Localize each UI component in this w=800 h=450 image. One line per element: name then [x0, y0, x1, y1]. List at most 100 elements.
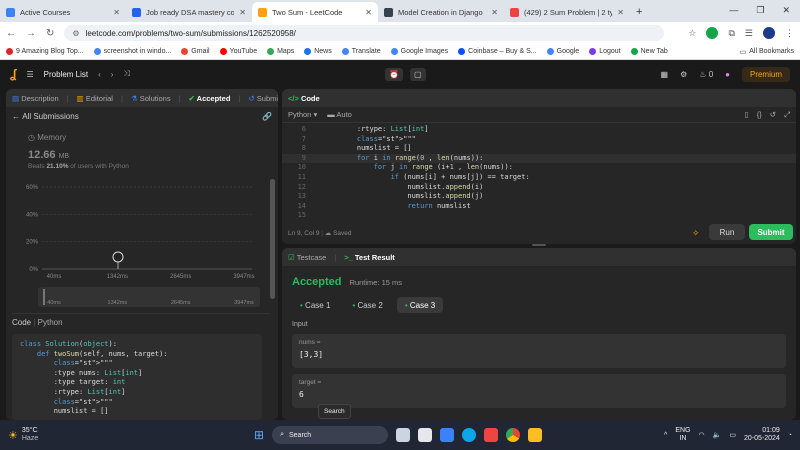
- tab-testcase[interactable]: ☑ Testcase: [288, 253, 326, 262]
- bookmark-item[interactable]: Coinbase – Buy & S...: [458, 48, 537, 55]
- weather-widget[interactable]: 35°C Haze: [22, 427, 38, 443]
- bookmark-item[interactable]: Translate: [341, 48, 381, 55]
- all-submissions-link[interactable]: All Submissions: [22, 112, 78, 121]
- extensions-puzzle-icon[interactable]: ⧉: [728, 28, 734, 39]
- wifi-icon[interactable]: ◠: [699, 431, 705, 439]
- profile-avatar[interactable]: [763, 27, 775, 39]
- tab-description[interactable]: ▤ Description: [12, 94, 59, 103]
- case-tab[interactable]: • Case 2: [344, 297, 390, 313]
- minimize-icon[interactable]: —: [729, 5, 738, 16]
- code-editor[interactable]: 6 :rtype: List[int] 7 class="st">""" 8 num…: [282, 125, 796, 219]
- case-tab-active[interactable]: • Case 3: [396, 297, 444, 313]
- fullscreen-icon[interactable]: ⤢: [784, 110, 790, 120]
- bookmark-item[interactable]: Google: [546, 48, 579, 55]
- back-icon[interactable]: ←: [6, 28, 16, 39]
- volume-icon[interactable]: 🔈: [713, 431, 722, 439]
- x-tick-label: 40ms: [47, 274, 62, 280]
- debug-icon[interactable]: ⏰: [385, 67, 403, 81]
- resize-handle[interactable]: [532, 244, 546, 246]
- notes-icon[interactable]: ▢: [410, 67, 426, 81]
- language-selector[interactable]: Python ▾: [288, 110, 317, 119]
- bookmark-item[interactable]: screenshot in windo...: [93, 48, 171, 55]
- maximize-icon[interactable]: ❐: [756, 5, 764, 16]
- reload-icon[interactable]: ↻: [46, 28, 54, 39]
- extension-icon[interactable]: [706, 27, 719, 39]
- streak-counter[interactable]: ♨ 0: [699, 70, 713, 79]
- task-view-icon[interactable]: [396, 428, 411, 442]
- leetcode-logo-icon[interactable]: ʆ: [10, 67, 16, 81]
- editor-toolbar: Python ▾ ▬ Auto ▯ {} ↺ ⤢: [282, 107, 796, 123]
- browser-tab[interactable]: Active Courses ✕: [0, 2, 126, 22]
- code-line: 12 numslist.append(i): [297, 182, 484, 191]
- bookmark-item[interactable]: Google Images: [390, 48, 448, 55]
- bookmark-star-icon[interactable]: ☆: [688, 28, 696, 39]
- share-link-icon[interactable]: 🔗: [262, 112, 272, 121]
- prev-problem-icon[interactable]: ‹: [98, 70, 101, 79]
- browser-tab[interactable]: Job ready DSA mastery course✕: [126, 2, 252, 22]
- battery-icon[interactable]: ▭: [729, 431, 736, 439]
- bookmark-item[interactable]: YouTube: [219, 48, 257, 55]
- run-button[interactable]: Run: [709, 224, 745, 240]
- bookmark-item[interactable]: Logout: [589, 48, 621, 55]
- user-avatar[interactable]: ●: [725, 70, 730, 79]
- braces-icon[interactable]: {}: [757, 110, 762, 120]
- tab-submissions[interactable]: ↺ Submissions: [248, 94, 278, 103]
- bookmark-item[interactable]: Maps: [267, 48, 294, 55]
- reading-list-icon[interactable]: ☰: [745, 28, 753, 39]
- close-tab-icon[interactable]: ✕: [239, 8, 246, 17]
- bookmark-item[interactable]: News: [304, 48, 332, 55]
- all-bookmarks-button[interactable]: ▭ All Bookmarks: [740, 48, 794, 56]
- store-icon[interactable]: [440, 428, 455, 442]
- x-tick-label: 3947ms: [233, 274, 254, 280]
- debugger-icon[interactable]: ✧: [692, 228, 700, 239]
- auto-toggle[interactable]: ▬ Auto: [327, 110, 352, 119]
- browser-tab[interactable]: (429) 2 Sum Problem | 2 types✕: [504, 2, 630, 22]
- new-tab-button[interactable]: +: [630, 2, 648, 22]
- chrome-icon[interactable]: [506, 428, 521, 442]
- close-tab-icon[interactable]: ✕: [113, 8, 120, 17]
- chevron-up-icon[interactable]: ^: [664, 432, 667, 439]
- close-tab-icon[interactable]: ✕: [491, 8, 498, 17]
- y-tick-label: 20%: [26, 240, 39, 246]
- tab-test-result[interactable]: >_ Test Result: [344, 253, 395, 262]
- back-arrow-icon[interactable]: ←: [12, 112, 20, 121]
- url-bar[interactable]: ⚙ leetcode.com/problems/two-sum/submissio…: [64, 25, 665, 41]
- tab-accepted[interactable]: ✔ Accepted: [189, 94, 231, 103]
- bookmark-item[interactable]: New Tab: [630, 48, 668, 55]
- close-tab-icon[interactable]: ✕: [617, 8, 624, 17]
- bookmark-item[interactable]: 9 Amazing Blog Top...: [6, 48, 84, 55]
- layout-icon[interactable]: ▦: [661, 70, 669, 79]
- code-line: class="st">""": [53, 397, 113, 406]
- close-tab-icon[interactable]: ✕: [365, 8, 372, 17]
- tab-editorial[interactable]: ▥ Editorial: [77, 94, 113, 103]
- problem-list-link[interactable]: Problem List: [44, 70, 88, 79]
- scrollbar-thumb[interactable]: [270, 179, 275, 299]
- bookmark-item[interactable]: Gmail: [181, 48, 210, 55]
- windows-start-icon[interactable]: ⊞: [254, 428, 264, 442]
- app-icon[interactable]: [484, 428, 499, 442]
- weather-icon[interactable]: ☀: [8, 429, 18, 442]
- clock[interactable]: 01:09 20-05-2024: [744, 427, 780, 443]
- google-icon: [390, 48, 398, 55]
- shuffle-icon[interactable]: ⤨: [123, 69, 129, 79]
- taskbar-search-box[interactable]: ⌕ Search: [272, 426, 389, 444]
- site-info-icon[interactable]: ⚙: [72, 29, 79, 38]
- menu-dots-icon[interactable]: ⋮: [785, 28, 794, 39]
- browser-tab[interactable]: Model Creation in Django ✕: [378, 2, 504, 22]
- notification-bell-icon[interactable]: ◔: [788, 432, 792, 439]
- case-tab[interactable]: • Case 1: [292, 297, 338, 313]
- reset-icon[interactable]: ↺: [770, 110, 776, 120]
- close-window-icon[interactable]: ✕: [782, 5, 790, 16]
- tab-solutions[interactable]: ⚗ Solutions: [131, 94, 171, 103]
- bookmark-icon[interactable]: ▯: [745, 110, 749, 120]
- browser-tab-active[interactable]: Two Sum - LeetCode ✕: [252, 2, 378, 22]
- folder-icon[interactable]: [528, 428, 543, 442]
- settings-gear-icon[interactable]: ⚙: [680, 70, 687, 79]
- edge-icon[interactable]: [462, 428, 477, 442]
- language-indicator[interactable]: ENG IN: [675, 427, 690, 443]
- premium-button[interactable]: Premium: [741, 66, 790, 82]
- file-explorer-icon[interactable]: [418, 428, 433, 442]
- next-problem-icon[interactable]: ›: [111, 70, 114, 79]
- submit-button[interactable]: Submit: [749, 224, 793, 240]
- forward-icon[interactable]: →: [26, 28, 36, 39]
